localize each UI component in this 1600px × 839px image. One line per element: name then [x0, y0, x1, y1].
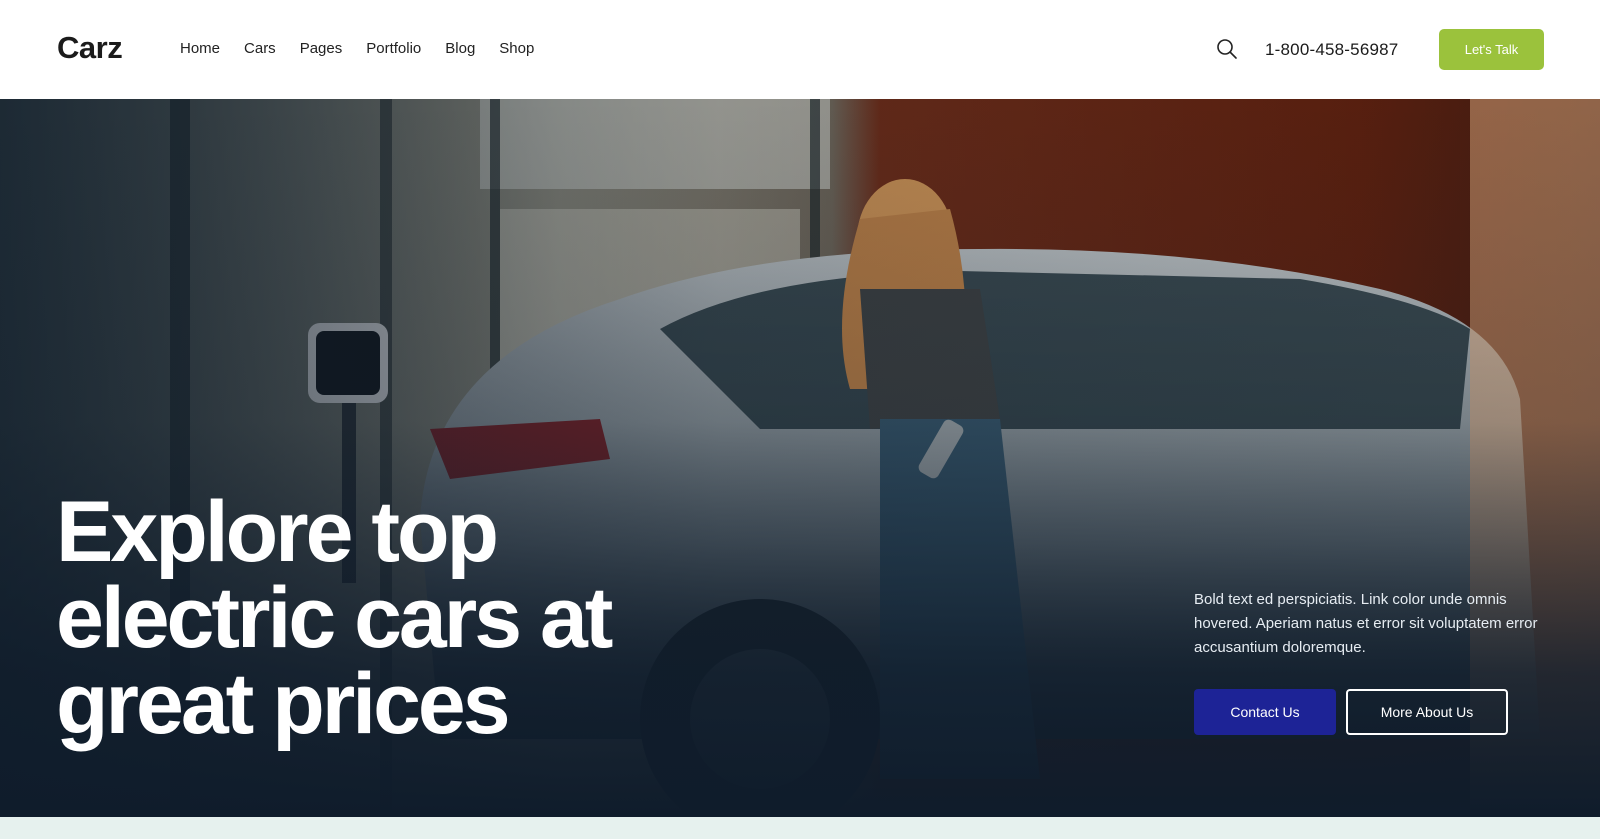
main-nav: Home Cars Pages Portfolio Blog Shop: [180, 40, 558, 57]
logo[interactable]: Carz: [57, 30, 123, 66]
hero-title-line: electric cars at: [56, 570, 613, 666]
nav-pages[interactable]: Pages: [300, 40, 343, 57]
hero-title-line: great prices: [56, 656, 511, 752]
lets-talk-button[interactable]: Let's Talk: [1439, 29, 1544, 70]
hero-section: Explore top electric cars at great price…: [0, 99, 1600, 817]
site-header: Carz Home Cars Pages Portfolio Blog Shop…: [0, 0, 1600, 99]
search-icon[interactable]: [1216, 38, 1238, 60]
section-divider-band: [0, 817, 1600, 839]
hero-title: Explore top electric cars at great price…: [56, 489, 696, 747]
nav-cars[interactable]: Cars: [244, 40, 276, 57]
nav-home[interactable]: Home: [180, 40, 220, 57]
more-about-us-button[interactable]: More About Us: [1346, 689, 1508, 735]
nav-shop[interactable]: Shop: [499, 40, 534, 57]
contact-us-button[interactable]: Contact Us: [1194, 689, 1336, 735]
hero-description: Bold text ed perspiciatis. Link color un…: [1194, 591, 1538, 656]
nav-blog[interactable]: Blog: [445, 40, 475, 57]
phone-number[interactable]: 1-800-458-56987: [1265, 40, 1398, 60]
nav-portfolio[interactable]: Portfolio: [366, 40, 421, 57]
hero-title-line: Explore top: [56, 484, 499, 580]
